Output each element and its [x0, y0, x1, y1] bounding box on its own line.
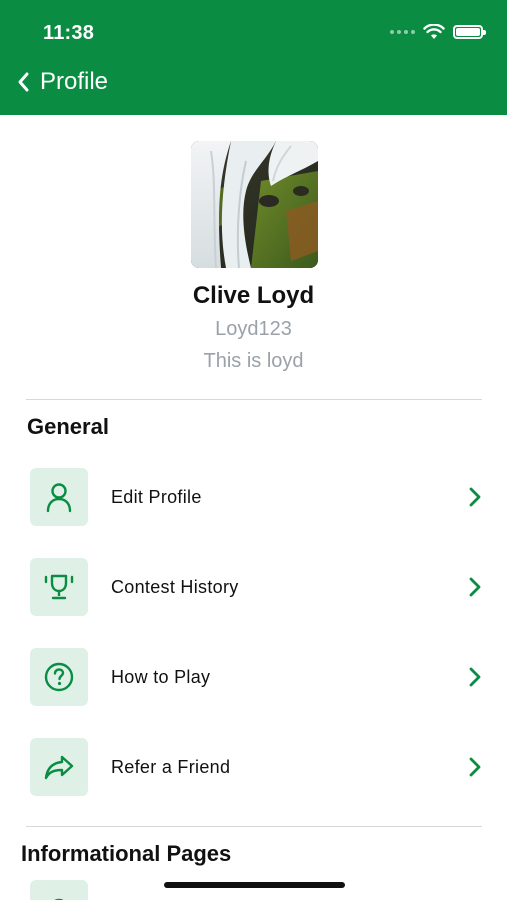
chevron-right-icon: [466, 667, 484, 687]
status-indicators: [390, 24, 486, 40]
profile-screen: 11:38 Profile Clive Loyd Loyd123 This is…: [0, 0, 507, 900]
menu-item-how-to-play[interactable]: How to Play: [30, 648, 490, 706]
menu-item-edit-profile[interactable]: Edit Profile: [30, 468, 490, 526]
user-icon: [30, 468, 88, 526]
wifi-icon: [423, 24, 445, 39]
chevron-right-icon: [466, 757, 484, 777]
section-title-informational-pages: Informational Pages: [21, 841, 232, 866]
status-time: 11:38: [43, 22, 95, 44]
profile-name: Clive Loyd: [192, 282, 315, 309]
chevron-right-icon: [466, 577, 484, 597]
profile-username: Loyd123: [215, 318, 292, 340]
profile-bio: This is loyd: [203, 350, 304, 372]
menu-item-label: Contest History: [111, 576, 239, 597]
menu-item-refer-a-friend[interactable]: Refer a Friend: [30, 738, 490, 796]
menu-item-label: How to Play: [111, 666, 211, 687]
back-button[interactable]: Profile: [16, 68, 108, 96]
cellular-signal-icon: [390, 30, 415, 34]
menu-item-contest-history[interactable]: Contest History: [30, 558, 490, 616]
trophy-icon: [30, 558, 88, 616]
divider: [26, 399, 482, 400]
chevron-left-icon: [18, 72, 29, 92]
section-title-general: General: [27, 414, 109, 439]
divider: [26, 826, 482, 827]
share-arrow-icon: [30, 738, 88, 796]
page-title: Profile: [40, 68, 109, 95]
avatar-image: [191, 141, 318, 268]
chevron-right-icon: [466, 487, 484, 507]
home-indicator: [164, 882, 345, 888]
info-item-icon: [30, 880, 88, 900]
battery-icon: [453, 25, 486, 39]
menu-item-label: Refer a Friend: [111, 756, 231, 777]
menu-item-label: Edit Profile: [111, 486, 202, 507]
profile-avatar[interactable]: [191, 141, 318, 268]
app-header: 11:38 Profile: [0, 0, 507, 115]
question-circle-icon: [30, 648, 88, 706]
